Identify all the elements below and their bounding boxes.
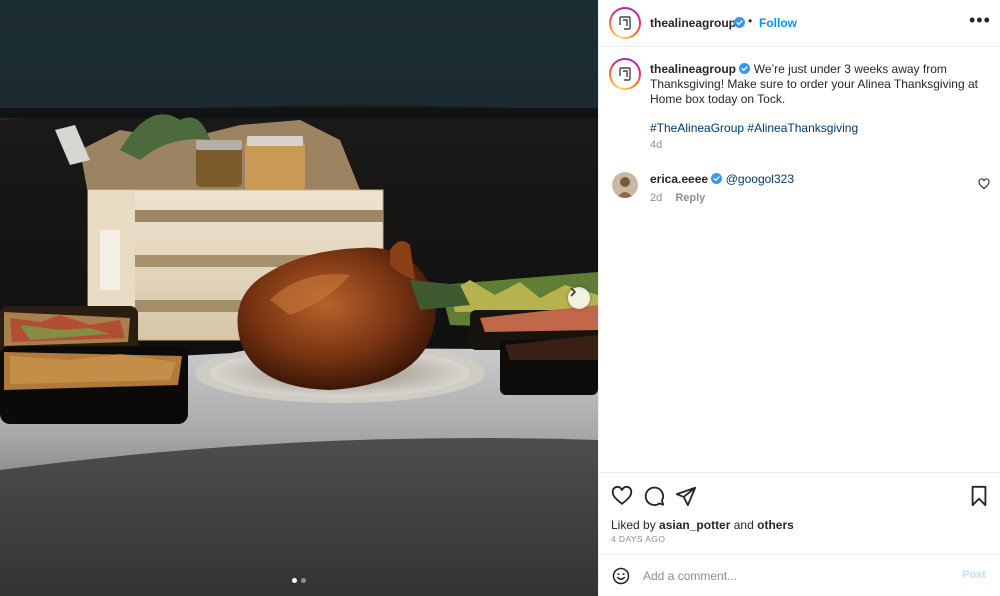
thanksgiving-spread-photo xyxy=(0,0,598,596)
share-icon[interactable] xyxy=(675,485,697,507)
caption-author-avatar[interactable] xyxy=(609,58,641,90)
caption-hashtags[interactable]: #TheAlineaGroup #AlineaThanksgiving xyxy=(650,121,990,136)
liked-by-prefix: Liked by xyxy=(611,518,656,532)
carousel-dot xyxy=(301,578,306,583)
liked-by-and: and xyxy=(733,518,754,532)
post-actions: Liked by asian_potter and others 4 DAYS … xyxy=(599,472,1000,554)
comment-item: erica.eeee @googol323 xyxy=(650,172,794,186)
author-avatar[interactable] xyxy=(609,7,641,39)
commenter-avatar[interactable] xyxy=(612,172,638,198)
heart-icon[interactable] xyxy=(611,485,633,507)
comment-username[interactable]: erica.eeee xyxy=(650,172,708,186)
verified-icon xyxy=(711,173,723,184)
liked-by-user[interactable]: asian_potter xyxy=(659,518,730,532)
author-username[interactable]: thealineagroup xyxy=(650,16,736,30)
comment-meta: 2d Reply xyxy=(650,192,705,204)
comment-like-heart-icon[interactable] xyxy=(978,178,990,190)
header-separator: • xyxy=(748,14,753,28)
carousel-dots xyxy=(0,578,598,583)
post-photo[interactable] xyxy=(0,0,598,596)
comment-timestamp[interactable]: 2d xyxy=(650,192,662,204)
follow-button[interactable]: Follow xyxy=(759,16,797,30)
comment-mention[interactable]: @googol323 xyxy=(726,172,794,186)
alinea-logo-icon xyxy=(619,16,631,30)
post-caption: thealineagroup We’re just under 3 weeks … xyxy=(650,62,990,136)
more-options-icon[interactable]: ••• xyxy=(969,10,991,31)
post-sidebar: thealineagroup • Follow ••• thealineagro… xyxy=(598,0,1000,596)
reply-button[interactable]: Reply xyxy=(675,192,705,204)
next-slide-button[interactable] xyxy=(568,287,590,309)
comment-input[interactable] xyxy=(643,566,943,586)
chevron-right-icon xyxy=(570,287,576,297)
post-comment-button[interactable]: Post xyxy=(962,569,986,581)
commenter-avatar-image xyxy=(612,172,638,198)
bookmark-icon[interactable] xyxy=(968,485,990,507)
post-header: thealineagroup • Follow ••• xyxy=(599,0,1000,47)
emoji-icon[interactable] xyxy=(612,567,630,585)
instagram-post: thealineagroup • Follow ••• thealineagro… xyxy=(0,0,1000,596)
liked-by-others[interactable]: others xyxy=(757,518,794,532)
alinea-logo-icon xyxy=(619,67,631,81)
verified-icon xyxy=(734,17,745,28)
caption-timestamp[interactable]: 4d xyxy=(650,139,662,151)
comment-composer: Post xyxy=(599,554,1000,596)
carousel-dot-active xyxy=(292,578,297,583)
likes-summary: Liked by asian_potter and others xyxy=(611,518,794,532)
caption-username[interactable]: thealineagroup xyxy=(650,62,736,76)
verified-icon xyxy=(739,63,751,74)
comment-icon[interactable] xyxy=(643,485,665,507)
post-date[interactable]: 4 DAYS AGO xyxy=(611,534,665,544)
